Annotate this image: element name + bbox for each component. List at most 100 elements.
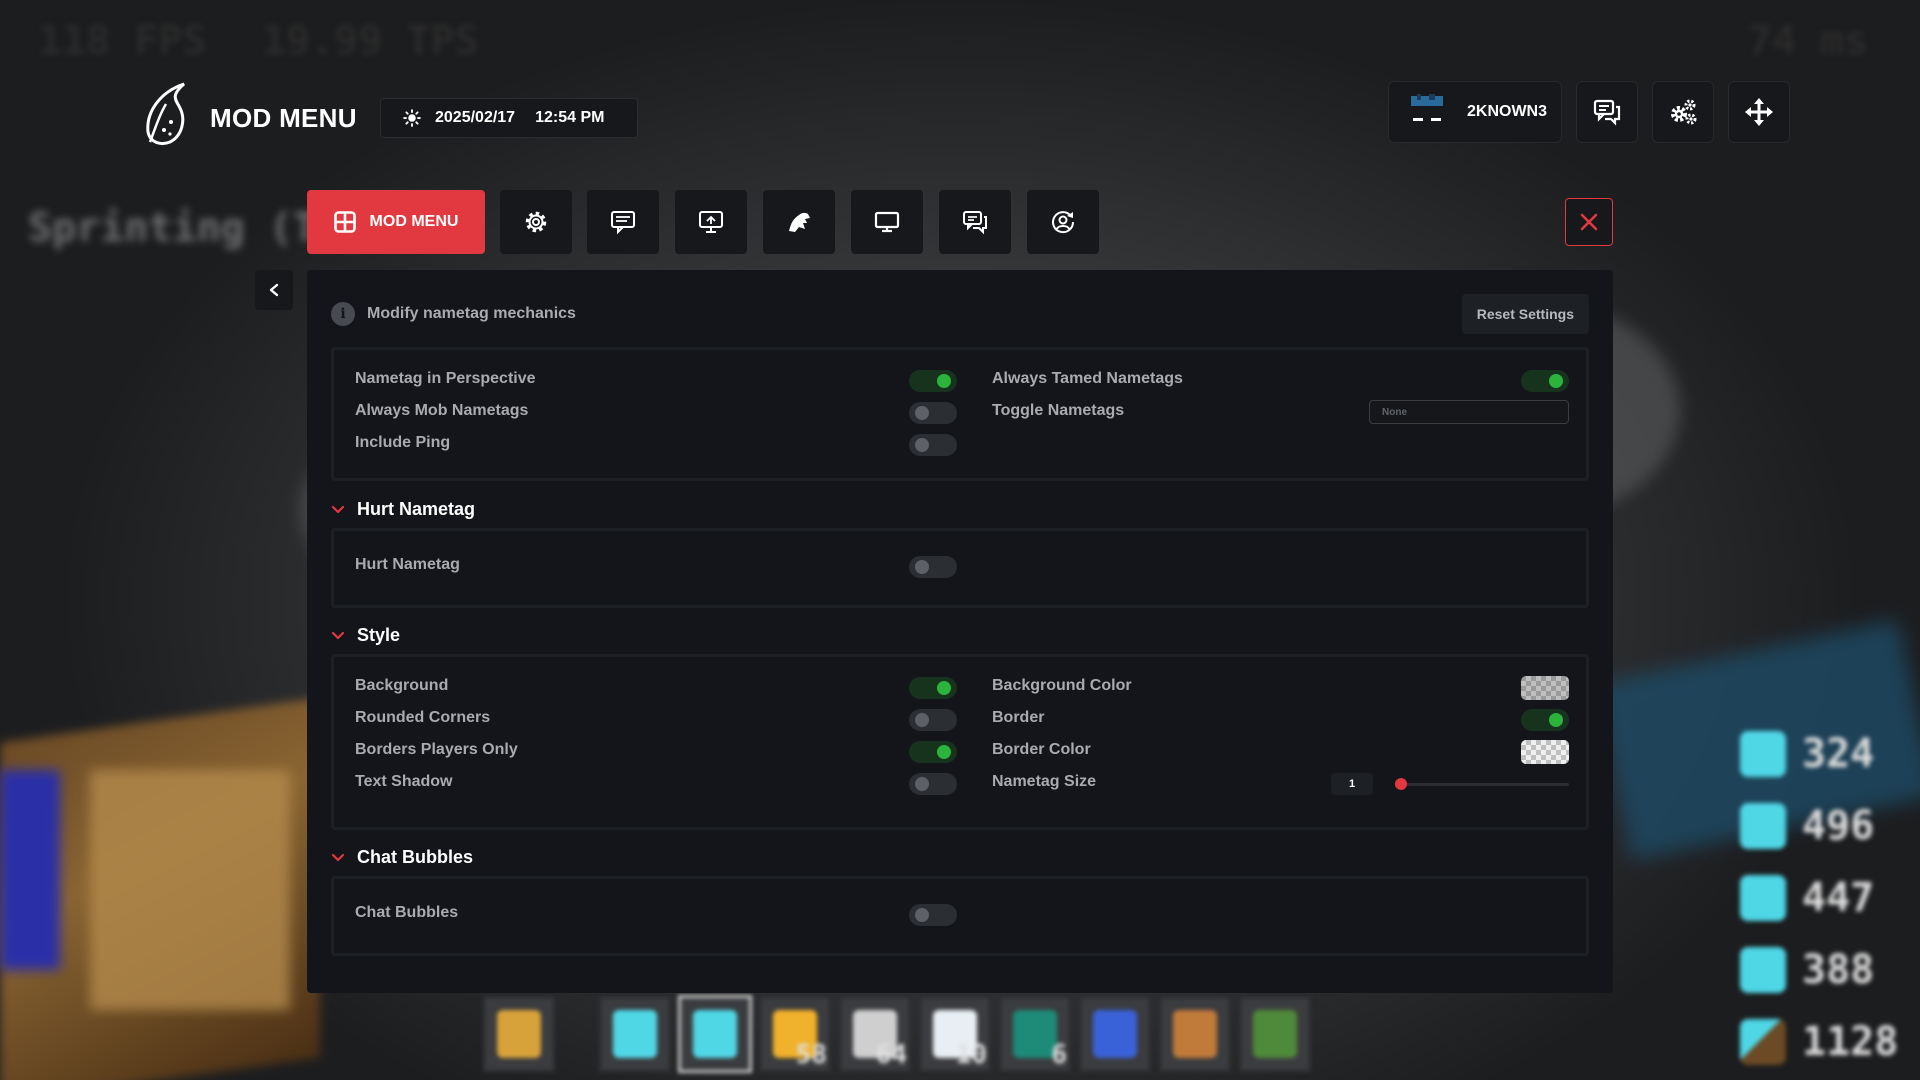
toggle-nametags-keybind[interactable]: None (1369, 400, 1569, 424)
nametag-perspective-toggle[interactable] (909, 370, 957, 392)
hotbar-slot[interactable]: 58 (758, 995, 832, 1073)
background-toggle[interactable] (909, 677, 957, 699)
tab-mod-menu-label: MOD MENU (369, 213, 459, 230)
tab-settings[interactable] (500, 190, 572, 254)
general-settings-group: Nametag in Perspective Always Mob Nameta… (331, 347, 1589, 481)
ping-counter: 74 ms (1748, 18, 1869, 64)
settings-panel: i Modify nametag mechanics Reset Setting… (307, 270, 1613, 993)
description-text: Modify nametag mechanics (367, 305, 576, 322)
tab-profile[interactable] (1027, 190, 1099, 254)
hotbar-slot[interactable] (1238, 995, 1312, 1073)
sun-icon (403, 109, 421, 127)
option-label: Nametag in Perspective (355, 370, 536, 387)
time-text: 12:54 PM (535, 109, 605, 126)
option-label: Borders Players Only (355, 741, 518, 758)
chevron-down-icon (331, 853, 345, 861)
option-label: Text Shadow (355, 773, 453, 790)
nametag-size-value[interactable]: 1 (1331, 773, 1373, 795)
toggle-knob (937, 374, 951, 388)
toggle-knob (1549, 713, 1563, 727)
chat-bubbles-group: Chat Bubbles (331, 876, 1589, 956)
slider-thumb[interactable] (1395, 778, 1407, 790)
tab-messages[interactable] (587, 190, 659, 254)
blue-block (0, 770, 60, 970)
option-label: Always Tamed Nametags (992, 370, 1183, 387)
border-color-swatch[interactable] (1521, 740, 1569, 764)
username: 2KNOWN3 (1467, 103, 1548, 120)
armor-row: 324 (1740, 718, 1920, 790)
mob-nametags-toggle[interactable] (909, 402, 957, 424)
toggle-knob (915, 713, 929, 727)
diamond-pickaxe-icon (693, 1010, 737, 1058)
helmet-icon (1740, 731, 1786, 777)
hotbar-slot[interactable] (482, 995, 556, 1073)
armor-durability: 447 (1802, 875, 1875, 921)
armor-durability: 1128 (1802, 1019, 1899, 1065)
hotbar-gap (562, 995, 592, 1080)
section-hurt-nametag[interactable]: Hurt Nametag (331, 499, 475, 520)
nametag-size-slider[interactable] (1395, 783, 1569, 786)
tab-mod-menu[interactable]: MOD MENU (307, 190, 485, 254)
chestplate-icon (1740, 803, 1786, 849)
item-count: 64 (875, 1040, 907, 1070)
reset-settings-button[interactable]: Reset Settings (1461, 294, 1589, 334)
hurt-nametag-toggle[interactable] (909, 556, 957, 578)
avatar (1407, 92, 1447, 132)
leggings-icon (1740, 875, 1786, 921)
borders-players-only-toggle[interactable] (909, 741, 957, 763)
armor-row: 496 (1740, 790, 1920, 862)
hotbar-slot[interactable]: 64 (838, 995, 912, 1073)
armor-row: 447 (1740, 862, 1920, 934)
pickaxe-icon (1740, 1019, 1786, 1065)
grass-block-icon (1253, 1010, 1297, 1058)
option-label: Border (992, 709, 1045, 726)
hotbar-slot[interactable] (1158, 995, 1232, 1073)
chat-button[interactable] (1576, 81, 1638, 143)
close-button[interactable] (1565, 198, 1613, 246)
message-icon (611, 211, 635, 235)
hotbar-slot[interactable]: 10 (918, 995, 992, 1073)
include-ping-toggle[interactable] (909, 434, 957, 456)
tab-display[interactable] (851, 190, 923, 254)
close-icon (1580, 213, 1598, 231)
rounded-corners-toggle[interactable] (909, 709, 957, 731)
monitor-icon (699, 211, 723, 233)
gears-icon (1671, 99, 1697, 125)
hotbar-slot[interactable] (678, 995, 752, 1073)
move-arrows-icon (1745, 98, 1773, 126)
background-color-swatch[interactable] (1521, 676, 1569, 700)
tab-hud[interactable] (675, 190, 747, 254)
chat-bubbles-toggle[interactable] (909, 904, 957, 926)
back-button[interactable] (255, 270, 293, 310)
section-chat-bubbles[interactable]: Chat Bubbles (331, 847, 473, 868)
hotbar: 58 64 10 6 (482, 995, 1312, 1080)
toggle-knob (915, 908, 929, 922)
section-title: Hurt Nametag (357, 499, 476, 519)
hotbar-slot[interactable] (1078, 995, 1152, 1073)
option-label: Chat Bubbles (355, 904, 459, 921)
cosmetics-icon (789, 212, 810, 232)
tab-cosmetics[interactable] (763, 190, 835, 254)
toggle-knob (915, 438, 929, 452)
chevron-down-icon (331, 505, 345, 513)
chat-icon (963, 211, 987, 235)
section-style[interactable]: Style (331, 625, 400, 646)
toggle-knob (937, 745, 951, 759)
move-hud-button[interactable] (1728, 81, 1790, 143)
border-toggle[interactable] (1521, 709, 1569, 731)
text-shadow-toggle[interactable] (909, 773, 957, 795)
flint-steel-icon (1173, 1010, 1217, 1058)
option-label: Include Ping (355, 434, 451, 451)
tps-counter: 19.99 TPS (262, 18, 479, 64)
tab-chat[interactable] (939, 190, 1011, 254)
style-group: Background Rounded Corners Borders Playe… (331, 654, 1589, 830)
armor-durability: 388 (1802, 947, 1875, 993)
display-icon (874, 211, 900, 233)
date-text: 2025/02/17 (435, 109, 516, 126)
totem-icon (497, 1010, 541, 1058)
hotbar-slot[interactable]: 6 (998, 995, 1072, 1073)
user-profile[interactable]: 2KNOWN3 (1388, 81, 1562, 143)
settings-button[interactable] (1652, 81, 1714, 143)
tamed-nametags-toggle[interactable] (1521, 370, 1569, 392)
hotbar-slot[interactable] (598, 995, 672, 1073)
